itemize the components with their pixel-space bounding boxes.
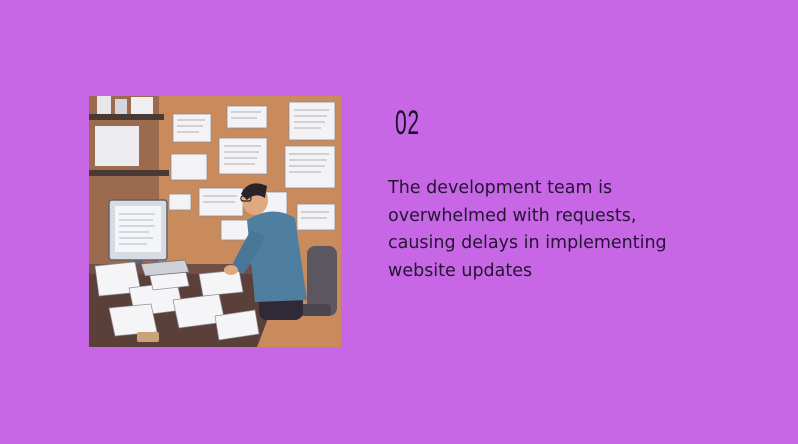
problem-statement: The development team is overwhelmed with… [388, 178, 667, 281]
step-number: 02 [395, 104, 420, 142]
illustration-overwhelmed-developer [89, 96, 341, 347]
slide: 02 The development team is overwhelmed w… [0, 0, 798, 444]
